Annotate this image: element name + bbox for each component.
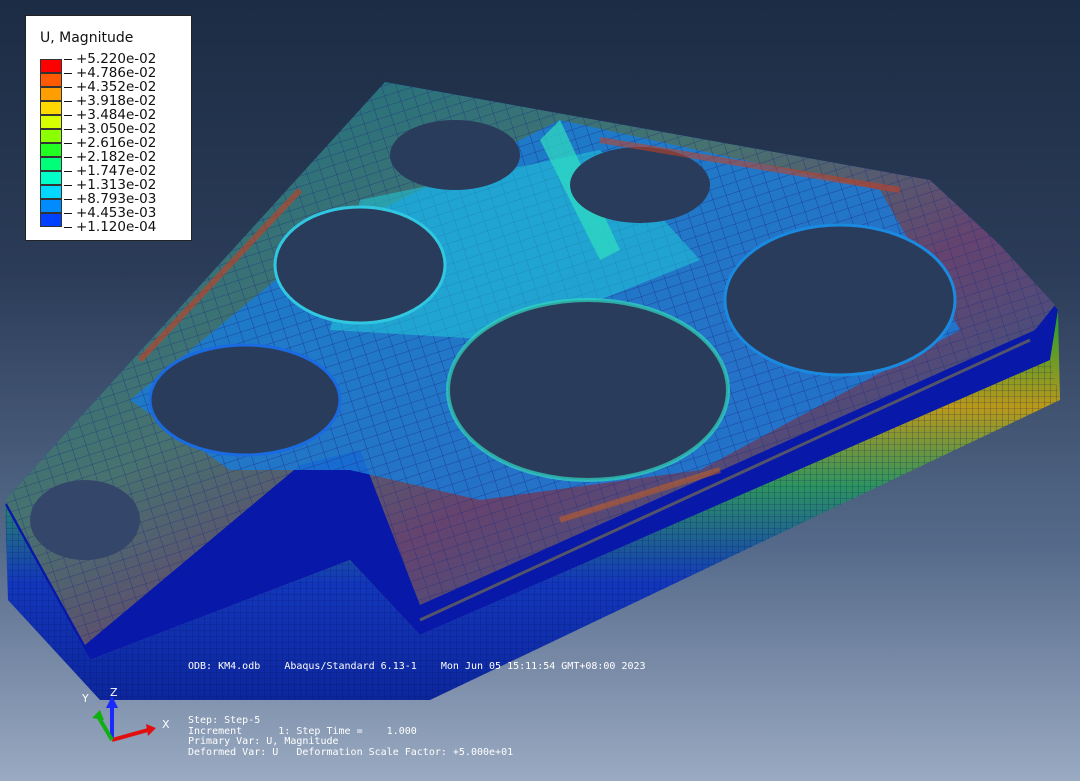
legend-value-label: +8.793e-03 <box>76 191 157 207</box>
legend-swatch <box>40 73 62 87</box>
legend-tick <box>64 143 72 144</box>
legend-swatch <box>40 199 62 213</box>
legend-tick <box>64 129 72 130</box>
legend-swatch <box>40 115 62 129</box>
legend-tick <box>64 157 72 158</box>
legend-color-bar <box>40 59 62 229</box>
legend-swatch <box>40 185 62 199</box>
legend-value-label: +4.352e-02 <box>76 79 157 95</box>
deformed-var-line: Deformed Var: U Deformation Scale Factor… <box>188 746 514 758</box>
legend-tick <box>64 199 72 200</box>
legend-tick <box>64 73 72 74</box>
legend-value-label: +3.050e-02 <box>76 121 157 137</box>
legend-tick <box>64 87 72 88</box>
legend-value-label: +4.453e-03 <box>76 205 157 221</box>
legend-value-label: +1.313e-02 <box>76 177 157 193</box>
legend-swatch <box>40 157 62 171</box>
legend-tick <box>64 213 72 214</box>
x-axis-arrow <box>146 724 156 736</box>
legend-tick <box>64 59 72 60</box>
legend-value-label: +3.484e-02 <box>76 107 157 123</box>
contour-legend: U, Magnitude +5.220e-02 +4.786e-02 +4.352e… <box>25 15 192 241</box>
legend-swatch <box>40 171 62 185</box>
legend-value-label: +2.182e-02 <box>76 149 157 165</box>
legend-swatch <box>40 143 62 157</box>
step-line: Step: Step-5 <box>188 715 261 726</box>
legend-swatch <box>40 101 62 115</box>
legend-swatch <box>40 213 62 227</box>
legend-title: U, Magnitude <box>40 30 134 46</box>
legend-value-label: +1.120e-04 <box>76 219 157 235</box>
legend-tick <box>64 101 72 102</box>
legend-tick <box>64 185 72 186</box>
legend-value-label: +5.220e-02 <box>76 51 157 67</box>
legend-tick <box>64 115 72 116</box>
legend-swatch <box>40 59 62 73</box>
axis-triad: Z Y X <box>81 686 170 742</box>
legend-value-label: +1.747e-02 <box>76 163 157 179</box>
y-axis-arrow <box>92 710 104 720</box>
legend-value-label: +3.918e-02 <box>76 93 157 109</box>
y-axis-label: Y <box>81 692 89 705</box>
legend-swatch <box>40 87 62 101</box>
legend-value-label: +4.786e-02 <box>76 65 157 81</box>
odb-info: ODB: KM4.odb Abaqus/Standard 6.13-1 Mon … <box>188 661 646 672</box>
legend-tick <box>64 227 72 228</box>
legend-value-label: +2.616e-02 <box>76 135 157 151</box>
primary-var-line: Primary Var: U, Magnitude <box>188 736 339 747</box>
legend-swatch <box>40 129 62 143</box>
x-axis-label: X <box>162 718 170 731</box>
step-info-block: Step: Step-5 Increment 1: Step Time = 1.0… <box>188 715 514 758</box>
legend-tick <box>64 171 72 172</box>
z-axis-label: Z <box>110 686 118 699</box>
